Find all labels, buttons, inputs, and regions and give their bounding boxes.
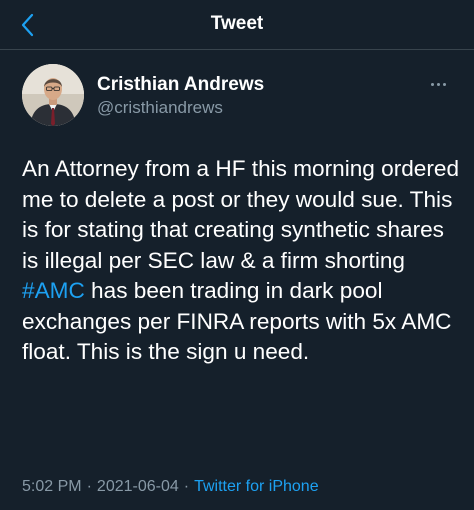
author-handle[interactable]: @cristhiandrews [97,98,223,118]
more-dot-icon [436,82,440,86]
author-name[interactable]: Cristhian Andrews [97,74,264,96]
tweet-source-link[interactable]: Twitter for iPhone [194,478,319,495]
hashtag-link[interactable]: #AMC [22,278,85,303]
page-title: Tweet [210,13,264,34]
tweet-meta: 5:02 PM · 2021-06-04 · Twitter for iPhone [22,478,319,496]
tweet-time: 5:02 PM [22,478,82,495]
profile-photo-icon [22,64,84,126]
tweet-text-part: An Attorney from a HF this morning order… [22,156,460,273]
avatar[interactable] [22,64,84,126]
more-options-button[interactable] [426,76,450,92]
more-dot-icon [442,82,446,86]
meta-separator: · [86,478,92,495]
tweet-author: Cristhian Andrews @cristhiandrews [0,50,474,130]
top-bar: Tweet [0,0,474,50]
meta-separator: · [183,478,190,495]
tweet-text-part: has been trading in dark pool exchanges … [22,278,452,364]
tweet-date: 2021-06-04 [96,478,179,495]
tweet-text: An Attorney from a HF this morning order… [22,154,462,368]
tweet-detail-screen: Tweet Cristhian Andrews @cristhiandrews … [0,0,474,510]
more-dot-icon [430,82,434,86]
